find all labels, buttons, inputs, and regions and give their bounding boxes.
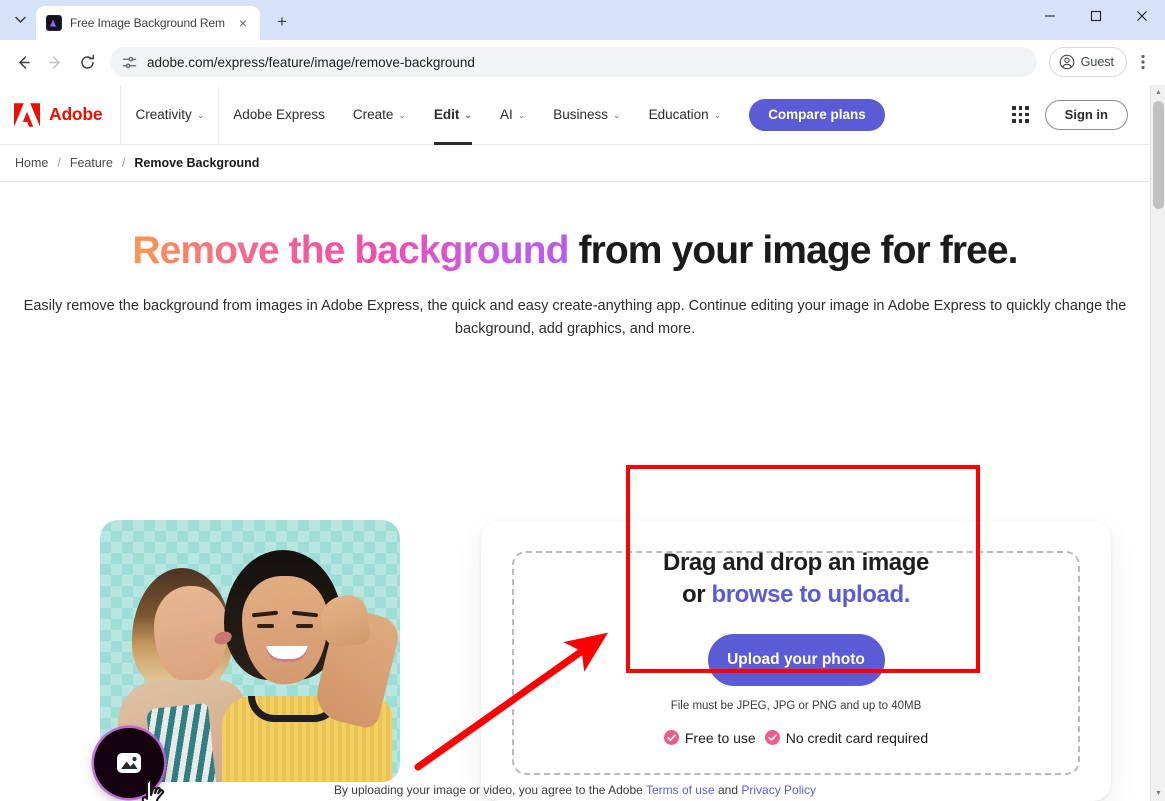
nav-item-creativity[interactable]: Creativity ⌄ — [121, 85, 218, 145]
headline-plain-text: from your image for free. — [568, 229, 1019, 272]
badge-label: Free to use — [684, 729, 756, 746]
hero-subtitle: Easily remove the background from images… — [23, 297, 1127, 338]
headline-gradient-text: Remove the background — [132, 229, 569, 272]
nav-item-create[interactable]: Create ⌄ — [339, 85, 420, 145]
breadcrumb-separator: / — [57, 156, 61, 170]
breadcrumb: Home / Feature / Remove Background — [0, 145, 1150, 182]
chevron-down-icon: ⌄ — [613, 110, 621, 120]
nav-label: Business — [553, 107, 609, 122]
tab-title: Free Image Background Rem — [70, 16, 225, 30]
browser-window: Free Image Background Rem × + adobe.com/… — [0, 0, 1165, 801]
upload-your-photo-button[interactable]: Upload your photo — [707, 633, 885, 686]
browser-toolbar: adobe.com/express/feature/image/remove-b… — [0, 40, 1165, 85]
legal-prefix: By uploading your image or video, you ag… — [333, 783, 646, 797]
maximize-icon[interactable] — [1073, 0, 1119, 32]
scroll-up-arrow[interactable]: ▲ — [1151, 85, 1165, 100]
chevron-down-icon: ⌄ — [713, 110, 722, 120]
close-icon[interactable]: × — [234, 14, 252, 32]
photo-preview — [94, 520, 400, 801]
terms-of-use-link[interactable]: Terms of use — [646, 783, 715, 797]
nav-label: Education — [648, 107, 709, 122]
forward-button[interactable] — [40, 47, 70, 77]
chevron-down-icon: ⌄ — [398, 110, 406, 120]
reload-button[interactable] — [72, 47, 102, 77]
chevron-down-icon — [14, 16, 26, 24]
dropzone-line1: Drag and drop an image — [663, 549, 929, 576]
page-scrollbar[interactable]: ▲ ▼ — [1150, 85, 1165, 801]
page-title: Remove the background from your image fo… — [0, 229, 1150, 273]
nav-item-business[interactable]: Business ⌄ — [539, 85, 634, 145]
url-text[interactable]: adobe.com/express/feature/image/remove-b… — [147, 55, 475, 70]
adobe-express-favicon — [46, 15, 62, 31]
legal-middle: and — [714, 783, 742, 797]
privacy-policy-link[interactable]: Privacy Policy — [741, 783, 816, 797]
adobe-wordmark: Adobe — [49, 104, 103, 124]
tab-strip: Free Image Background Rem × + — [0, 0, 1165, 40]
badge-no-credit-card: No credit card required — [764, 729, 929, 746]
address-bar[interactable]: adobe.com/express/feature/image/remove-b… — [110, 47, 1037, 77]
sign-in-button[interactable]: Sign in — [1044, 99, 1128, 130]
nav-item-adobe-express[interactable]: Adobe Express — [219, 85, 339, 145]
nav-items: Creativity ⌄ Adobe Express Create ⌄ Edit… — [121, 85, 885, 145]
minimize-icon[interactable] — [1027, 0, 1073, 32]
nav-label: AI — [499, 107, 513, 122]
breadcrumb-item-home[interactable]: Home — [15, 156, 48, 170]
hero-section: Remove the background from your image fo… — [0, 182, 1150, 341]
nav-item-ai[interactable]: AI ⌄ — [486, 85, 539, 145]
dropzone-line2-prefix: or — [681, 581, 712, 609]
adobe-global-nav: Adobe Creativity ⌄ Adobe Express Create … — [0, 85, 1150, 145]
back-button[interactable] — [8, 47, 38, 77]
legal-notice: By uploading your image or video, you ag… — [0, 783, 1150, 797]
arrow-right-icon — [48, 55, 60, 69]
red-pointer-arrow — [414, 632, 609, 771]
browser-menu-button[interactable] — [1129, 47, 1157, 77]
kebab-menu-icon — [1141, 54, 1145, 70]
profile-label: Guest — [1080, 55, 1114, 69]
check-circle-icon — [764, 730, 780, 746]
breadcrumb-separator: / — [121, 156, 126, 170]
check-circle-icon — [663, 730, 679, 746]
chevron-down-icon: ⌄ — [517, 110, 526, 120]
adobe-logo[interactable]: Adobe — [14, 102, 120, 127]
nav-item-education[interactable]: Education ⌄ — [635, 85, 736, 145]
nav-right-cluster: Sign in — [1012, 99, 1136, 130]
breadcrumb-item-current: Remove Background — [134, 156, 260, 170]
image-icon — [117, 753, 141, 773]
badge-free-to-use: Free to use — [663, 729, 756, 746]
scrollbar-thumb[interactable] — [1153, 101, 1164, 209]
chevron-down-icon: ⌄ — [196, 110, 205, 120]
compare-plans-button[interactable]: Compare plans — [749, 98, 885, 131]
nav-item-edit[interactable]: Edit ⌄ — [420, 85, 486, 145]
breadcrumb-item-feature[interactable]: Feature — [70, 156, 113, 170]
account-circle-icon — [1059, 54, 1074, 70]
reload-icon — [80, 54, 94, 69]
nav-label: Creativity — [135, 107, 192, 122]
chevron-down-icon: ⌄ — [464, 110, 472, 120]
nav-label: Edit — [433, 107, 460, 122]
badge-label: No credit card required — [785, 729, 929, 746]
close-window-icon[interactable] — [1119, 0, 1165, 32]
tab-search-button[interactable] — [6, 6, 34, 34]
profile-chip[interactable]: Guest — [1048, 47, 1127, 77]
app-grid-icon[interactable] — [1012, 106, 1029, 123]
scroll-down-arrow[interactable]: ▼ — [1151, 786, 1165, 801]
new-tab-button[interactable]: + — [268, 8, 296, 36]
dropzone-heading: Drag and drop an image or browse to uplo… — [481, 547, 1111, 612]
window-controls — [1027, 0, 1165, 40]
browse-to-upload-link[interactable]: browse to upload. — [711, 581, 910, 608]
browser-tab[interactable]: Free Image Background Rem × — [36, 6, 260, 40]
adobe-a-logo — [14, 102, 40, 127]
site-settings-icon[interactable] — [122, 55, 137, 70]
nav-label: Create — [352, 107, 394, 122]
nav-label: Adobe Express — [233, 107, 325, 122]
arrow-left-icon — [18, 55, 30, 69]
